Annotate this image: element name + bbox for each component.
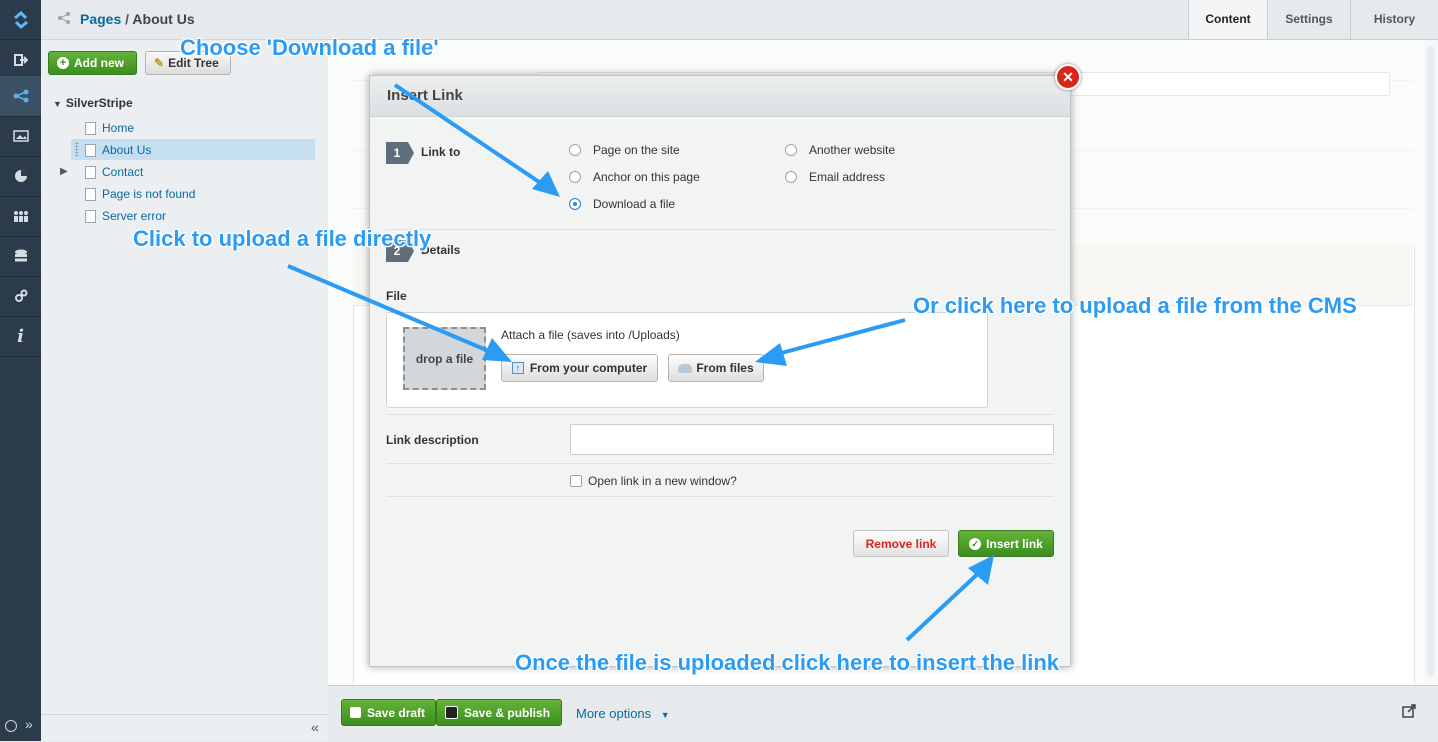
arrow-cms-head [755, 343, 787, 366]
arrow-choose-line [393, 83, 550, 190]
annotation-arrows [287, 83, 994, 642]
annotation-choose-download: Choose 'Download a file' [180, 35, 439, 60]
arrow-choose-head [532, 171, 560, 197]
annotation-upload-directly: Click to upload a file directly [133, 226, 432, 251]
annotation-upload-cms: Or click here to upload a file from the … [913, 293, 1357, 318]
annotation-insert-link: Once the file is uploaded click here to … [515, 650, 1060, 675]
arrow-upload-line [287, 264, 499, 357]
arrow-cms-line [769, 318, 906, 358]
arrow-insert-line [905, 566, 986, 642]
